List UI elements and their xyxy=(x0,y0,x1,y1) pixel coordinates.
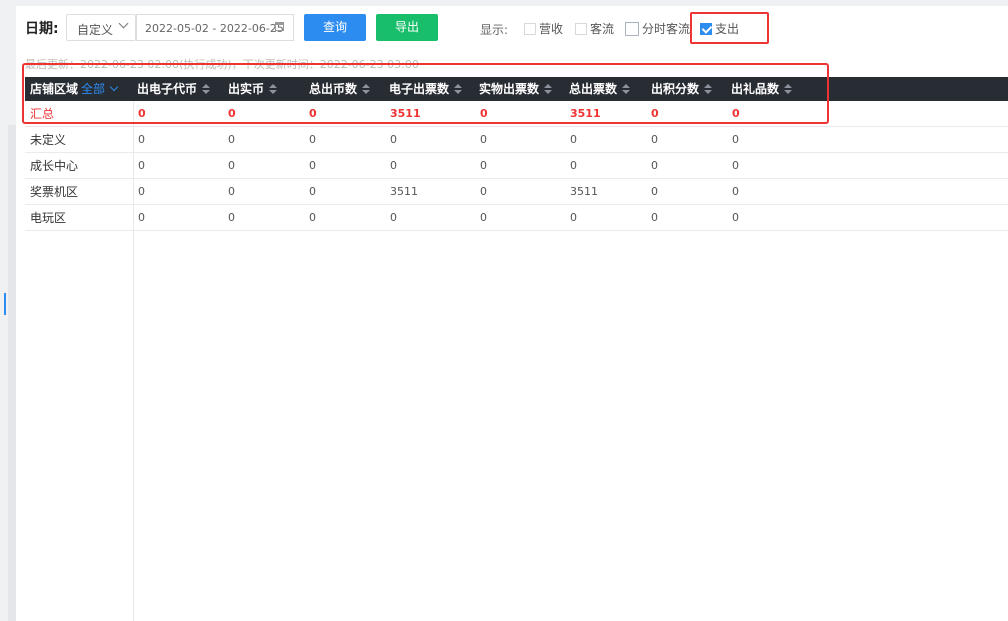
cell: 0 xyxy=(390,133,397,146)
toolbar: 日期: 自定义 2022-05-02 - 2022-06-25 查询 导出 显示… xyxy=(16,6,1008,50)
cell: 0 xyxy=(228,159,235,172)
checkbox-hourly-traffic[interactable] xyxy=(625,21,639,36)
cell: 3511 xyxy=(390,185,418,198)
date-range-input[interactable]: 2022-05-02 - 2022-06-25 xyxy=(136,14,294,41)
cell: 0 xyxy=(138,185,145,198)
cell: 0 xyxy=(651,211,658,224)
cell: 0 xyxy=(732,185,739,198)
cell: 0 xyxy=(228,185,235,198)
range-type-value: 自定义 xyxy=(77,23,114,37)
cell: 0 xyxy=(228,133,235,146)
query-button[interactable]: 查询 xyxy=(304,14,366,41)
cell: 0 xyxy=(732,133,739,146)
option-revenue[interactable]: 营收 xyxy=(524,20,563,37)
cell: 0 xyxy=(570,159,577,172)
row-name: 成长中心 xyxy=(30,159,79,173)
cell: 0 xyxy=(480,159,487,172)
cell: 0 xyxy=(390,159,397,172)
cell: 0 xyxy=(651,185,658,198)
option-traffic-label: 客流 xyxy=(590,22,615,36)
chevron-down-icon xyxy=(118,18,129,29)
cell: 0 xyxy=(309,159,316,172)
date-label: 日期: xyxy=(25,21,59,37)
row-name: 电玩区 xyxy=(30,211,67,225)
date-range-value: 2022-05-02 - 2022-06-25 xyxy=(145,22,284,35)
cell: 0 xyxy=(138,211,145,224)
highlight-box-expense xyxy=(690,12,769,44)
range-type-select[interactable]: 自定义 xyxy=(66,14,136,41)
left-rail-indicator xyxy=(4,293,6,315)
export-button[interactable]: 导出 xyxy=(376,14,438,41)
option-traffic[interactable]: 客流 xyxy=(575,20,614,37)
cell: 0 xyxy=(138,133,145,146)
checkbox-revenue[interactable] xyxy=(524,22,536,35)
highlight-box-table-header xyxy=(22,63,829,124)
show-label: 显示: xyxy=(480,23,509,37)
main-panel: 日期: 自定义 2022-05-02 - 2022-06-25 查询 导出 显示… xyxy=(16,6,1008,621)
cell: 0 xyxy=(480,211,487,224)
cell: 0 xyxy=(651,133,658,146)
cell: 0 xyxy=(570,211,577,224)
cell: 0 xyxy=(480,185,487,198)
cell: 3511 xyxy=(570,185,598,198)
cell: 0 xyxy=(651,159,658,172)
cell: 0 xyxy=(228,211,235,224)
row-name: 未定义 xyxy=(30,133,67,147)
table-row[interactable]: 成长中心 0 0 0 0 0 0 0 0 xyxy=(25,153,1008,179)
option-revenue-label: 营收 xyxy=(539,22,564,36)
calendar-icon[interactable] xyxy=(275,22,284,31)
cell: 0 xyxy=(309,185,316,198)
frozen-column-divider xyxy=(133,101,134,621)
table-row[interactable]: 奖票机区 0 0 0 3511 0 3511 0 0 xyxy=(25,179,1008,205)
cell: 0 xyxy=(138,159,145,172)
left-scroll-track[interactable] xyxy=(8,125,16,621)
checkbox-traffic[interactable] xyxy=(575,22,587,35)
cell: 0 xyxy=(480,133,487,146)
option-hourly-traffic-label: 分时客流 xyxy=(642,22,691,36)
cell: 0 xyxy=(570,133,577,146)
cell: 0 xyxy=(732,159,739,172)
row-name: 奖票机区 xyxy=(30,185,79,199)
option-hourly-traffic[interactable]: 分时客流 xyxy=(625,20,690,37)
cell: 0 xyxy=(309,133,316,146)
cell: 0 xyxy=(390,211,397,224)
cell: 0 xyxy=(732,211,739,224)
table-row[interactable]: 电玩区 0 0 0 0 0 0 0 0 xyxy=(25,205,1008,231)
table-row[interactable]: 未定义 0 0 0 0 0 0 0 0 xyxy=(25,127,1008,153)
cell: 0 xyxy=(309,211,316,224)
